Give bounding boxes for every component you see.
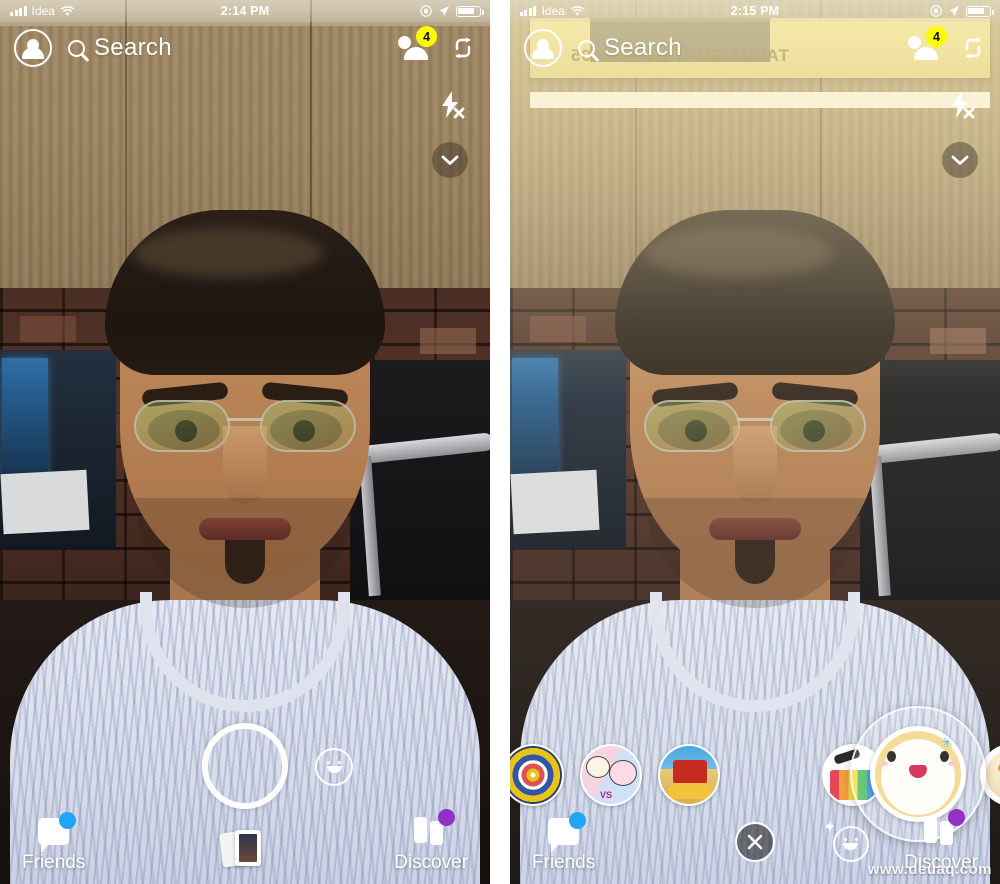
location-arrow-icon bbox=[438, 5, 450, 17]
bottom-bar: Friends Discover bbox=[0, 704, 490, 884]
site-watermark: www.deuaq.com bbox=[867, 861, 992, 878]
status-time: 2:14 PM bbox=[220, 4, 270, 18]
wifi-icon bbox=[570, 5, 585, 17]
wifi-icon bbox=[60, 5, 75, 17]
signal-bars-icon bbox=[10, 6, 27, 16]
discover-unread-dot bbox=[438, 809, 456, 826]
battery-icon bbox=[966, 5, 994, 17]
battery-icon bbox=[456, 5, 484, 17]
flash-off-icon[interactable] bbox=[944, 88, 978, 122]
rotation-lock-icon bbox=[930, 5, 942, 17]
friends-badge: 4 bbox=[416, 26, 438, 47]
nav-friends[interactable]: Friends bbox=[531, 812, 596, 874]
search-icon bbox=[577, 39, 595, 57]
phone-screenshot-left: Idea 2:14 PM Search 4 Friends Discover bbox=[0, 0, 491, 884]
chat-bubble-icon bbox=[38, 812, 77, 853]
top-bar: Search 4 bbox=[510, 22, 1000, 74]
friends-unread-dot bbox=[569, 812, 587, 829]
nav-friends-label: Friends bbox=[22, 852, 86, 873]
search-icon bbox=[68, 39, 85, 57]
chevron-down-icon[interactable] bbox=[432, 142, 469, 178]
sparkle-icon: ✦ bbox=[822, 819, 837, 836]
flash-off-icon[interactable] bbox=[434, 88, 468, 122]
discover-unread-dot bbox=[948, 809, 966, 826]
status-time: 2:15 PM bbox=[730, 4, 780, 18]
search-bar[interactable]: Search bbox=[577, 34, 682, 62]
status-bar: Idea 2:14 PM bbox=[0, 0, 491, 22]
search-bar[interactable]: Search bbox=[68, 34, 172, 62]
profile-avatar-icon[interactable] bbox=[14, 29, 52, 67]
search-input[interactable]: Search bbox=[94, 34, 172, 62]
flip-camera-icon[interactable] bbox=[450, 35, 476, 61]
memories-cards-icon[interactable] bbox=[219, 828, 269, 868]
location-arrow-icon bbox=[948, 5, 960, 17]
signal-bars-icon bbox=[519, 6, 537, 16]
bottom-bar: ✦ Friends Discover bbox=[510, 704, 1000, 884]
status-bar: Idea 2:15 PM bbox=[509, 0, 1000, 22]
carrier-label: Idea bbox=[541, 4, 565, 18]
chevron-down-icon[interactable] bbox=[942, 142, 978, 178]
nav-discover[interactable]: Discover bbox=[394, 809, 469, 874]
smiley-face-icon[interactable] bbox=[315, 748, 354, 786]
close-x-icon[interactable] bbox=[734, 822, 775, 862]
top-bar: Search 4 bbox=[0, 22, 490, 74]
panel-divider bbox=[490, 0, 500, 884]
friends-unread-dot bbox=[59, 812, 77, 829]
screenshot-stage: Idea 2:14 PM Search 4 Friends Discover T… bbox=[0, 0, 1000, 884]
flip-camera-icon[interactable] bbox=[960, 35, 986, 61]
sparkle-smiley-icon[interactable]: ✦ bbox=[823, 820, 869, 862]
search-input[interactable]: Search bbox=[604, 34, 682, 62]
nav-friends-label: Friends bbox=[531, 852, 596, 873]
nav-discover-label: Discover bbox=[394, 852, 469, 873]
friends-icon[interactable]: 4 bbox=[398, 26, 438, 61]
friends-badge: 4 bbox=[926, 26, 947, 47]
discover-cards-icon bbox=[924, 809, 966, 845]
capture-ring-button[interactable] bbox=[202, 723, 289, 809]
friends-icon[interactable]: 4 bbox=[908, 26, 947, 61]
profile-avatar-icon[interactable] bbox=[523, 29, 562, 67]
phone-screenshot-right: TALUX SOFT BOX 65x95 Idea 2:15 PM Search… bbox=[509, 0, 1000, 884]
discover-cards-icon bbox=[414, 809, 456, 845]
chat-bubble-icon bbox=[548, 812, 587, 853]
carrier-label: Idea bbox=[31, 4, 55, 18]
rotation-lock-icon bbox=[420, 5, 432, 17]
nav-friends[interactable]: Friends bbox=[22, 812, 86, 874]
